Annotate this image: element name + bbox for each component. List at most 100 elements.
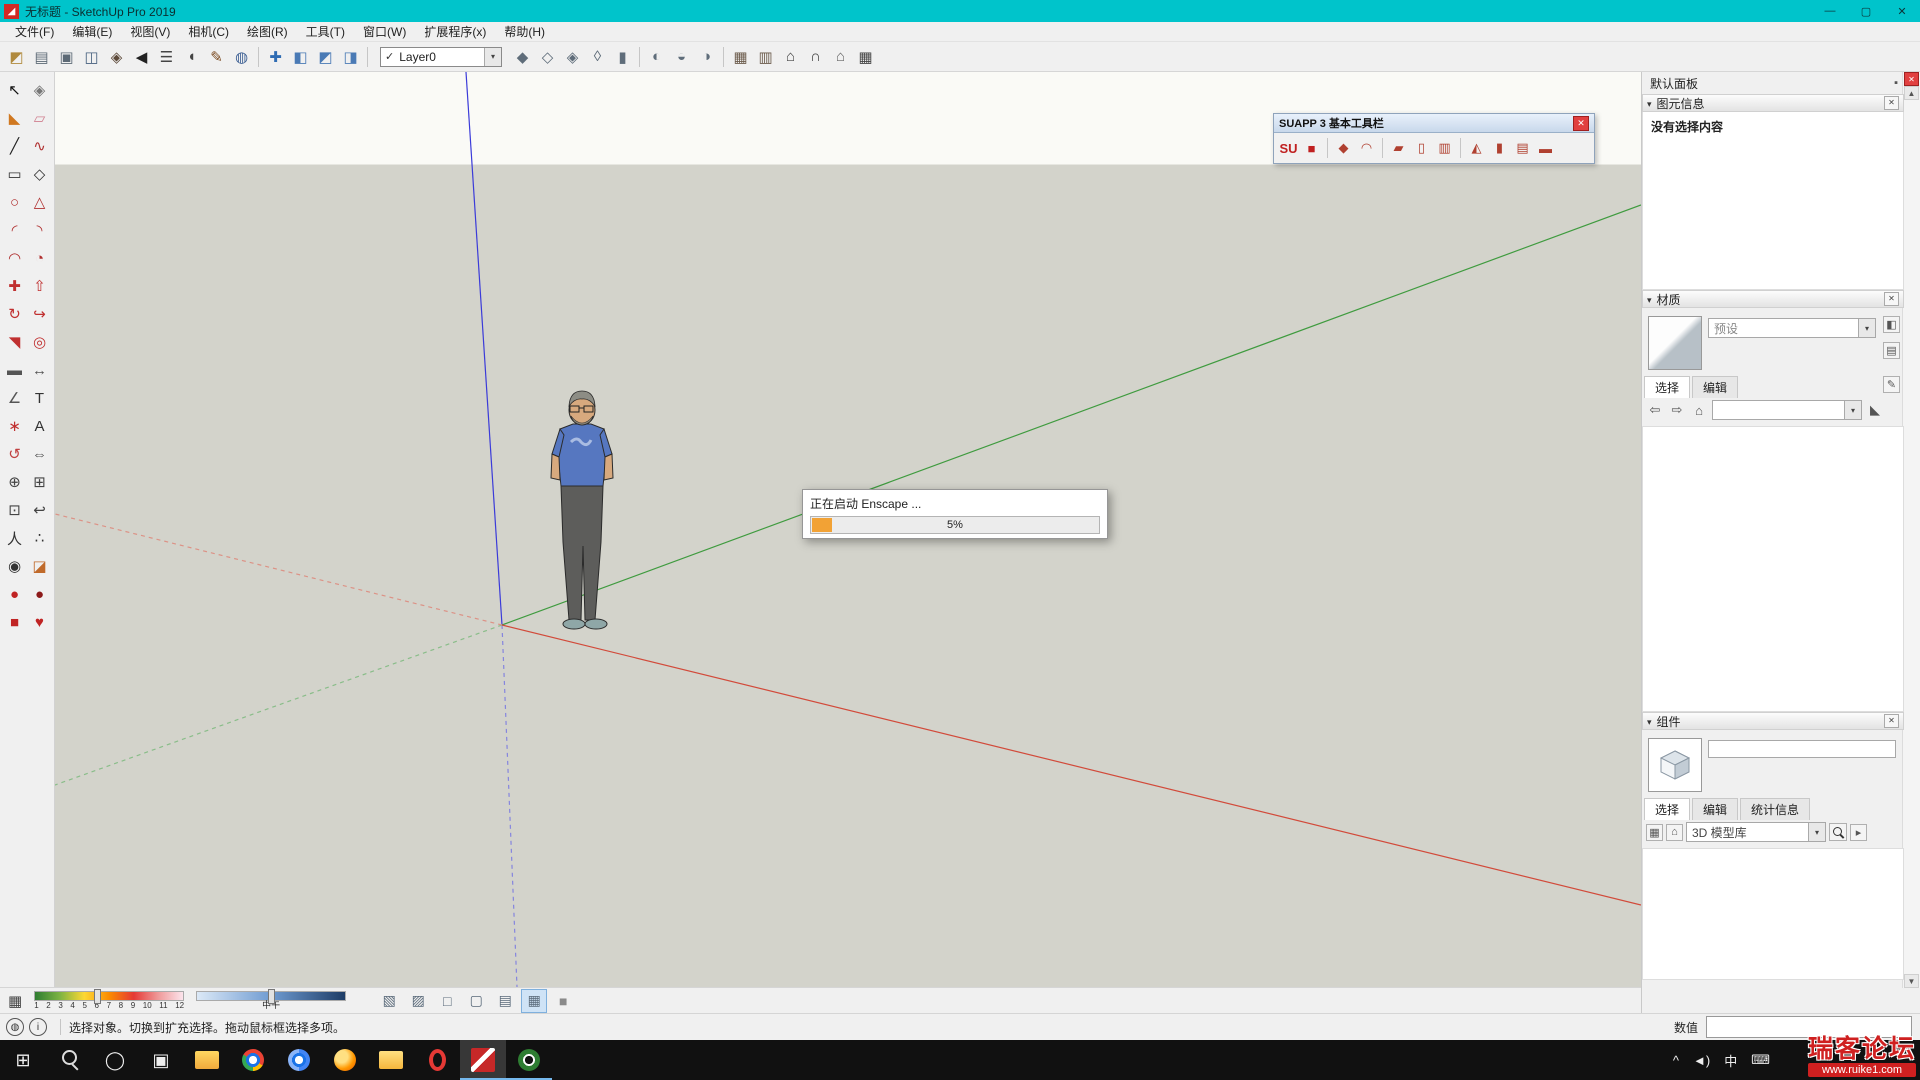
position-camera-tool-icon[interactable]: 人 xyxy=(2,524,27,552)
details-icon[interactable]: ▸ xyxy=(1850,824,1867,841)
textured-style-icon[interactable]: ▦ xyxy=(521,989,547,1013)
paint-bucket-tool-icon[interactable]: ◣ xyxy=(2,104,27,132)
make-group-icon[interactable]: ◇ xyxy=(535,45,560,69)
layer-combo[interactable]: ✓ Layer0 xyxy=(380,47,502,67)
suapp-slab-icon[interactable]: ▬ xyxy=(1534,137,1557,160)
credits-icon[interactable]: i xyxy=(29,1018,47,1036)
date-slider-thumb[interactable] xyxy=(94,989,101,1004)
in-model-icon[interactable]: ⌂ xyxy=(1690,403,1708,418)
suapp-door-icon[interactable]: ▯ xyxy=(1410,137,1433,160)
component-browser-icon[interactable]: ◈ xyxy=(104,45,129,69)
view-front-icon[interactable]: ◧ xyxy=(288,45,313,69)
suapp-close-icon[interactable]: ✕ xyxy=(1573,116,1589,131)
menu-item[interactable]: 视图(V) xyxy=(121,23,179,40)
shaded-style-icon[interactable]: ▤ xyxy=(492,989,518,1013)
pan-tool-icon[interactable]: ⇔ xyxy=(27,440,52,468)
paint-cursor-icon[interactable]: ◣ xyxy=(1866,402,1884,418)
sketchup-taskbar-icon[interactable] xyxy=(460,1040,506,1080)
print-icon[interactable]: ▤ xyxy=(29,45,54,69)
components-header[interactable]: 组件 ✕ xyxy=(1642,712,1904,730)
previous-view-tool-icon[interactable]: ↩ xyxy=(27,496,52,524)
suapp-arc-icon[interactable]: ◠ xyxy=(1355,137,1378,160)
entity-info-header[interactable]: 图元信息 ✕ xyxy=(1642,94,1904,112)
shadow-dialog-icon[interactable]: ▦ xyxy=(8,992,22,1010)
components-list-area[interactable] xyxy=(1642,848,1904,980)
scale-tool-icon[interactable]: ◥ xyxy=(2,328,27,356)
chromium-taskbar-icon[interactable] xyxy=(276,1040,322,1080)
dropdown-arrow-icon[interactable] xyxy=(1808,823,1825,841)
materials-close-icon[interactable]: ✕ xyxy=(1884,292,1899,306)
arch-icon[interactable]: ∩ xyxy=(803,45,828,69)
suapp-logo-icon[interactable]: SU xyxy=(1277,137,1300,160)
maximize-button[interactable]: ▢ xyxy=(1848,0,1884,22)
materials-list-area[interactable] xyxy=(1642,426,1904,712)
model-info-icon[interactable]: ◫ xyxy=(79,45,104,69)
touch-keyboard-icon[interactable]: ⌨ xyxy=(1751,1052,1770,1068)
suapp-tool-icon-2[interactable]: ● xyxy=(27,580,52,608)
suapp-column-icon[interactable]: ▮ xyxy=(1488,137,1511,160)
styles-icon[interactable]: ◩ xyxy=(4,45,29,69)
menu-item[interactable]: 文件(F) xyxy=(6,23,63,40)
suapp-toolbar-titlebar[interactable]: SUAPP 3 基本工具栏 ✕ xyxy=(1274,114,1594,133)
make-component-tool-icon[interactable]: ◈ xyxy=(27,76,52,104)
edit-group-icon[interactable]: ◈ xyxy=(560,45,585,69)
walk-tool-icon[interactable]: ∴ xyxy=(27,524,52,552)
suapp-tool-icon-1[interactable]: ● xyxy=(2,580,27,608)
look-around-tool-icon[interactable]: ◉ xyxy=(2,552,27,580)
suapp-wall-icon[interactable]: ▰ xyxy=(1387,137,1410,160)
in-model-components-icon[interactable]: ⌂ xyxy=(1666,824,1683,841)
secondary-pane-icon[interactable]: ▤ xyxy=(1883,342,1900,359)
components-tab-stats[interactable]: 统计信息 xyxy=(1740,798,1810,820)
pin-icon[interactable]: ▪ xyxy=(1894,77,1898,89)
section-plane-tool-icon[interactable]: ◪ xyxy=(27,552,52,580)
rotate-tool-icon[interactable]: ↻ xyxy=(2,300,27,328)
enscape-taskbar-icon[interactable] xyxy=(506,1040,552,1080)
time-slider-thumb[interactable] xyxy=(268,989,275,1004)
warehouse-search-combo[interactable]: 3D 模型库 xyxy=(1686,822,1826,842)
grid-box-icon[interactable]: ▦ xyxy=(853,45,878,69)
orbit-tool-icon[interactable]: ↺ xyxy=(2,440,27,468)
freehand-tool-icon[interactable]: ∿ xyxy=(27,132,52,160)
audio-toggle-icon[interactable]: ◀ xyxy=(129,45,154,69)
scale-figure[interactable] xyxy=(551,391,613,629)
zoom-tool-icon[interactable]: ⊕ xyxy=(2,468,27,496)
suapp-tool-icon-4[interactable]: ♥ xyxy=(27,608,52,636)
search-icon[interactable] xyxy=(1829,823,1847,841)
geolocation-icon[interactable]: ◍ xyxy=(6,1018,24,1036)
firefox-taskbar-icon[interactable] xyxy=(322,1040,368,1080)
shadow-date-slider[interactable]: 123456789101112 xyxy=(34,991,184,1010)
rotated-rectangle-tool-icon[interactable]: ◇ xyxy=(27,160,52,188)
search-taskbar-icon[interactable] xyxy=(46,1040,92,1080)
suapp-tool-icon-3[interactable]: ■ xyxy=(2,608,27,636)
ime-indicator[interactable]: 中 xyxy=(1724,1051,1737,1070)
back-edges-style-icon[interactable]: ▨ xyxy=(405,989,431,1013)
cortana-taskbar-icon[interactable]: ◯ xyxy=(92,1040,138,1080)
sample-paint-icon[interactable]: ✎ xyxy=(1883,376,1900,393)
layout-icon[interactable]: ▣ xyxy=(54,45,79,69)
outer-shell-icon[interactable]: ◐ xyxy=(644,45,669,69)
suapp-roof-icon[interactable]: ◭ xyxy=(1465,137,1488,160)
material-preset-combo[interactable]: 预设 xyxy=(1708,318,1876,338)
tape-measure-tool-icon[interactable]: ▬ xyxy=(2,356,27,384)
menu-item[interactable]: 绘图(R) xyxy=(238,23,297,40)
line-tool-icon[interactable]: ╱ xyxy=(2,132,27,160)
eraser-tool-icon[interactable]: ▱ xyxy=(27,104,52,132)
intersect-icon[interactable]: ◒ xyxy=(669,45,694,69)
back-arrow-icon[interactable]: ⇦ xyxy=(1646,402,1664,418)
home2-icon[interactable]: ⌂ xyxy=(828,45,853,69)
view-iso-icon[interactable]: ◩ xyxy=(313,45,338,69)
components-close-icon[interactable]: ✕ xyxy=(1884,714,1899,728)
x-ray-style-icon[interactable]: ▧ xyxy=(376,989,402,1013)
suapp-window-icon[interactable]: ▥ xyxy=(1433,137,1456,160)
dropdown-arrow-icon[interactable] xyxy=(484,48,501,66)
scroll-down-icon[interactable]: ▼ xyxy=(1904,974,1919,988)
panel-scrollbar[interactable]: ✕ ▲ ▼ xyxy=(1902,72,1920,988)
push-pull-tool-icon[interactable]: ⇧ xyxy=(27,272,52,300)
wireframe-style-icon[interactable]: □ xyxy=(434,989,460,1013)
move-tool-icon[interactable]: ✚ xyxy=(2,272,27,300)
file-explorer-taskbar-icon[interactable] xyxy=(184,1040,230,1080)
select-tool-icon[interactable]: ↖ xyxy=(2,76,27,104)
zoom-window-tool-icon[interactable]: ⊞ xyxy=(27,468,52,496)
3d-text-tool-icon[interactable]: A xyxy=(27,412,52,440)
dropdown-arrow-icon[interactable] xyxy=(1858,319,1875,337)
